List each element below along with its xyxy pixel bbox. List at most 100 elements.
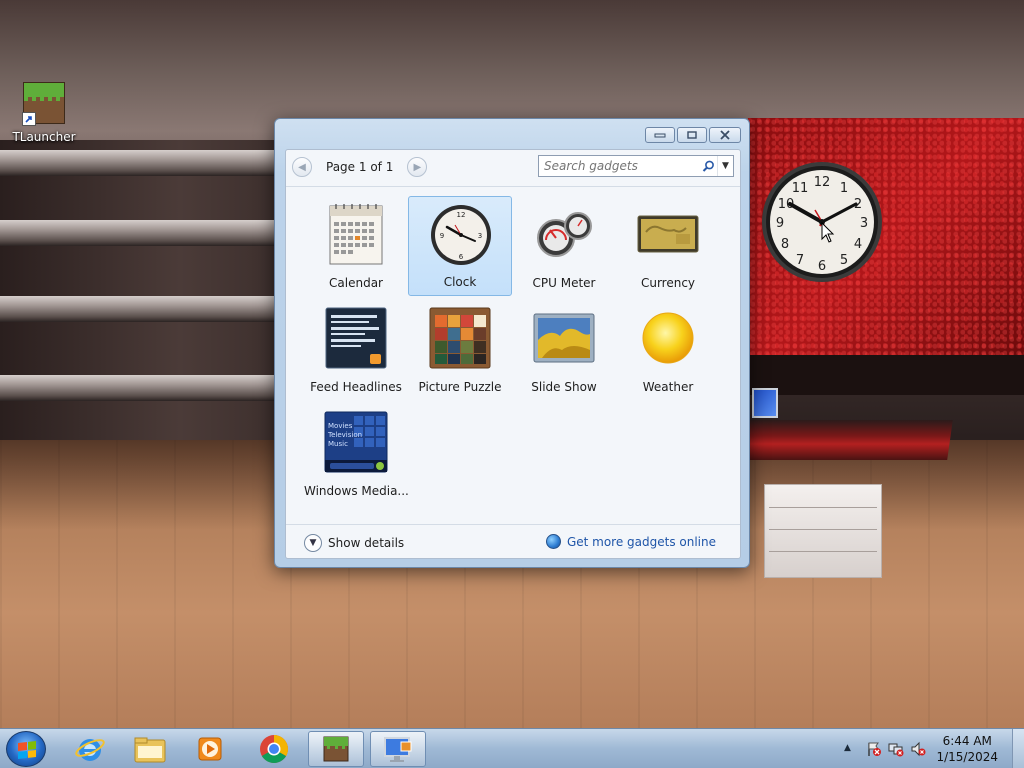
svg-text:8: 8 bbox=[781, 237, 789, 252]
clock-time: 6:44 AM bbox=[942, 734, 992, 748]
wallpaper-shelf bbox=[0, 296, 300, 322]
windows-logo-icon bbox=[18, 741, 36, 759]
weather-sun-icon bbox=[642, 312, 694, 364]
taskbar-tlauncher[interactable] bbox=[308, 731, 364, 767]
window-controls bbox=[645, 127, 741, 143]
chevron-right-icon: ▶ bbox=[413, 161, 422, 173]
action-center-flag-icon[interactable] bbox=[866, 741, 882, 757]
gadgets-window: ◀ Page 1 of 1 ▶ ▼ bbox=[274, 118, 750, 568]
wallpaper-monitor bbox=[752, 388, 778, 418]
show-hidden-icons-button[interactable]: ▲ bbox=[844, 743, 851, 753]
svg-text:7: 7 bbox=[796, 253, 804, 268]
chevron-down-icon: ▼ bbox=[722, 161, 729, 171]
search-dropdown-button[interactable]: ▼ bbox=[717, 156, 733, 176]
show-details-toggle[interactable]: ▼ Show details bbox=[304, 534, 404, 552]
desktop-icon-tlauncher[interactable]: TLauncher bbox=[10, 82, 78, 144]
gadget-tile-currency[interactable]: Currency bbox=[616, 196, 720, 296]
gadget-tile-feed-headlines[interactable]: Feed Headlines bbox=[304, 300, 408, 400]
divider bbox=[286, 524, 740, 525]
media-menu-item: Music bbox=[328, 440, 348, 448]
taskbar-file-explorer[interactable] bbox=[122, 731, 178, 767]
volume-muted-icon[interactable] bbox=[910, 741, 926, 757]
wallpaper-wall-frame bbox=[748, 355, 1024, 395]
gadgets-footer: ▼ Show details Get more gadgets online bbox=[286, 526, 740, 560]
feed-headlines-icon bbox=[325, 307, 387, 369]
search-icon[interactable] bbox=[699, 157, 717, 175]
show-desktop-button[interactable] bbox=[1012, 729, 1024, 768]
gadget-label: Picture Puzzle bbox=[418, 380, 502, 394]
svg-text:9: 9 bbox=[776, 216, 784, 231]
gadget-tile-calendar[interactable]: Calendar bbox=[304, 196, 408, 296]
minimize-icon bbox=[654, 133, 666, 138]
clock-date: 1/15/2024 bbox=[936, 750, 998, 764]
taskbar: ▲ 6:44 AM 1/15/2024 bbox=[0, 728, 1024, 768]
svg-text:11: 11 bbox=[792, 181, 809, 196]
system-tray: ▲ 6:44 AM 1/15/2024 bbox=[834, 729, 1024, 768]
close-icon bbox=[720, 130, 730, 140]
cpu-meter-icon bbox=[537, 212, 592, 257]
page-indicator: Page 1 of 1 bbox=[326, 160, 394, 174]
close-button[interactable] bbox=[709, 127, 741, 143]
svg-text:3: 3 bbox=[860, 216, 868, 231]
network-icon[interactable] bbox=[888, 741, 904, 757]
pager: ◀ Page 1 of 1 ▶ bbox=[292, 156, 428, 178]
tlauncher-icon bbox=[323, 736, 349, 762]
gadgets-toolbar: ◀ Page 1 of 1 ▶ ▼ bbox=[286, 150, 740, 186]
media-menu-item: Movies bbox=[328, 422, 353, 430]
restore-icon bbox=[687, 131, 697, 139]
mouse-pointer-icon bbox=[821, 222, 835, 243]
chevron-down-icon: ▼ bbox=[304, 534, 322, 552]
file-explorer-icon bbox=[134, 737, 166, 763]
calendar-icon bbox=[329, 204, 383, 265]
gadgets-panel: ◀ Page 1 of 1 ▶ ▼ bbox=[285, 149, 741, 559]
gadget-tile-weather[interactable]: Weather bbox=[616, 300, 720, 400]
gadgets-icon bbox=[384, 737, 412, 762]
wallpaper-shelf bbox=[0, 375, 300, 401]
gadget-label: Calendar bbox=[329, 276, 383, 290]
previous-page-button[interactable]: ◀ bbox=[292, 157, 312, 177]
svg-text:5: 5 bbox=[840, 253, 848, 268]
clock-icon: 12 3 6 9 bbox=[431, 205, 491, 265]
wallpaper-desk bbox=[737, 420, 953, 460]
gadget-label: Slide Show bbox=[531, 380, 597, 394]
gadget-tile-windows-media-center[interactable]: Movies Television Music Windows Media... bbox=[304, 404, 408, 504]
svg-text:6: 6 bbox=[818, 259, 826, 274]
taskbar-internet-explorer[interactable] bbox=[62, 731, 118, 767]
wallpaper-shelf bbox=[0, 150, 300, 176]
gadget-label: Windows Media... bbox=[304, 484, 408, 498]
gadget-tile-picture-puzzle[interactable]: Picture Puzzle bbox=[408, 300, 512, 400]
media-player-icon bbox=[198, 737, 222, 761]
svg-text:3: 3 bbox=[478, 232, 482, 240]
svg-text:6: 6 bbox=[459, 253, 464, 261]
gadget-tile-cpu-meter[interactable]: CPU Meter bbox=[512, 196, 616, 296]
gadget-tile-slide-show[interactable]: Slide Show bbox=[512, 300, 616, 400]
start-button[interactable] bbox=[6, 731, 46, 767]
taskbar-chrome[interactable] bbox=[246, 731, 302, 767]
minimize-button[interactable] bbox=[645, 127, 675, 143]
gadget-label: CPU Meter bbox=[532, 276, 596, 290]
currency-icon bbox=[637, 215, 699, 253]
search-input[interactable] bbox=[539, 156, 699, 176]
svg-text:12: 12 bbox=[814, 175, 831, 190]
get-more-gadgets-label: Get more gadgets online bbox=[566, 534, 716, 549]
taskbar-gadgets[interactable] bbox=[370, 731, 426, 767]
svg-text:1: 1 bbox=[840, 181, 848, 196]
media-menu-item: Television bbox=[328, 431, 363, 439]
chevron-up-icon: ▲ bbox=[844, 743, 851, 753]
get-more-gadgets-link[interactable]: Get more gadgets online bbox=[545, 534, 716, 549]
desktop-icon-label: TLauncher bbox=[12, 130, 76, 144]
slide-show-icon bbox=[533, 313, 595, 363]
show-details-label: Show details bbox=[328, 536, 405, 550]
restore-button[interactable] bbox=[677, 127, 707, 143]
wallpaper-cabinet bbox=[764, 484, 882, 578]
gadget-tile-clock[interactable]: 12 3 6 9 Clock bbox=[408, 196, 512, 296]
divider bbox=[286, 186, 740, 187]
chrome-icon bbox=[260, 735, 288, 763]
media-menu-list: Movies Television Music bbox=[328, 422, 362, 449]
taskbar-clock[interactable]: 6:44 AM 1/15/2024 bbox=[936, 733, 998, 765]
svg-text:9: 9 bbox=[440, 232, 444, 240]
gadget-label: Weather bbox=[642, 380, 694, 394]
taskbar-media-player[interactable] bbox=[182, 731, 238, 767]
next-page-button[interactable]: ▶ bbox=[407, 157, 428, 177]
gadget-label: Currency bbox=[640, 276, 696, 290]
